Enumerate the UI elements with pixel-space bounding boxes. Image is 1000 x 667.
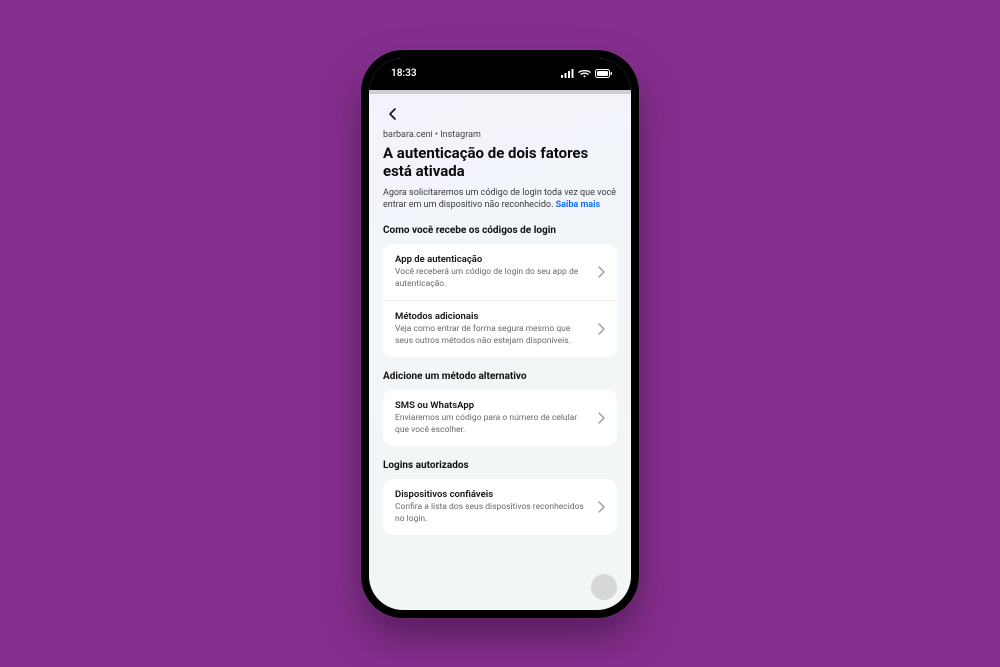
row-title: Dispositivos confiáveis [395, 489, 589, 500]
wifi-icon [578, 69, 591, 78]
screen: 18:33 barbara.ceni • Instagram A autenti… [369, 58, 631, 610]
chevron-right-icon [597, 409, 605, 428]
row-title: SMS ou WhatsApp [395, 400, 589, 411]
page-title: A autenticação de dois fatores está ativ… [383, 144, 617, 182]
status-time: 18:33 [391, 68, 417, 79]
row-subtitle: Enviaremos um código para o número de ce… [395, 413, 589, 436]
status-icons [561, 69, 613, 78]
account-label: barbara.ceni • Instagram [383, 130, 617, 140]
phone-frame: 18:33 barbara.ceni • Instagram A autenti… [361, 50, 639, 618]
row-content: Métodos adicionais Veja como entrar de f… [395, 311, 589, 347]
chevron-left-icon [386, 107, 400, 121]
chevron-right-icon [597, 263, 605, 282]
receive-card: App de autenticação Você receberá um cód… [383, 244, 617, 357]
row-content: App de autenticação Você receberá um cód… [395, 254, 589, 290]
learn-more-link[interactable]: Saiba mais [556, 200, 600, 210]
back-button[interactable] [383, 104, 403, 124]
row-title: Métodos adicionais [395, 311, 589, 322]
chevron-right-icon [597, 320, 605, 339]
cellular-signal-icon [561, 69, 574, 78]
chevron-right-icon [597, 498, 605, 517]
row-subtitle: Veja como entrar de forma segura mesmo q… [395, 324, 589, 347]
section-title-receive: Como você recebe os códigos de login [383, 225, 617, 236]
section-title-authorized: Logins autorizados [383, 460, 617, 471]
row-sms-whatsapp[interactable]: SMS ou WhatsApp Enviaremos um código par… [383, 390, 617, 446]
row-auth-app[interactable]: App de autenticação Você receberá um cód… [383, 244, 617, 301]
page-description: Agora solicitaremos um código de login t… [383, 187, 617, 211]
authorized-card: Dispositivos confiáveis Confira a lista … [383, 479, 617, 535]
row-additional-methods[interactable]: Métodos adicionais Veja como entrar de f… [383, 301, 617, 357]
row-content: Dispositivos confiáveis Confira a lista … [395, 489, 589, 525]
battery-icon [595, 69, 613, 78]
row-content: SMS ou WhatsApp Enviaremos um código par… [395, 400, 589, 436]
row-subtitle: Você receberá um código de login do seu … [395, 267, 589, 290]
dynamic-island [461, 58, 539, 80]
section-title-alternative: Adicione um método alternativo [383, 371, 617, 382]
row-trusted-devices[interactable]: Dispositivos confiáveis Confira a lista … [383, 479, 617, 535]
assistive-touch-icon[interactable] [591, 574, 617, 600]
row-subtitle: Confira a lista dos seus dispositivos re… [395, 502, 589, 525]
content: barbara.ceni • Instagram A autenticação … [369, 94, 631, 610]
row-title: App de autenticação [395, 254, 589, 265]
alternative-card: SMS ou WhatsApp Enviaremos um código par… [383, 390, 617, 446]
